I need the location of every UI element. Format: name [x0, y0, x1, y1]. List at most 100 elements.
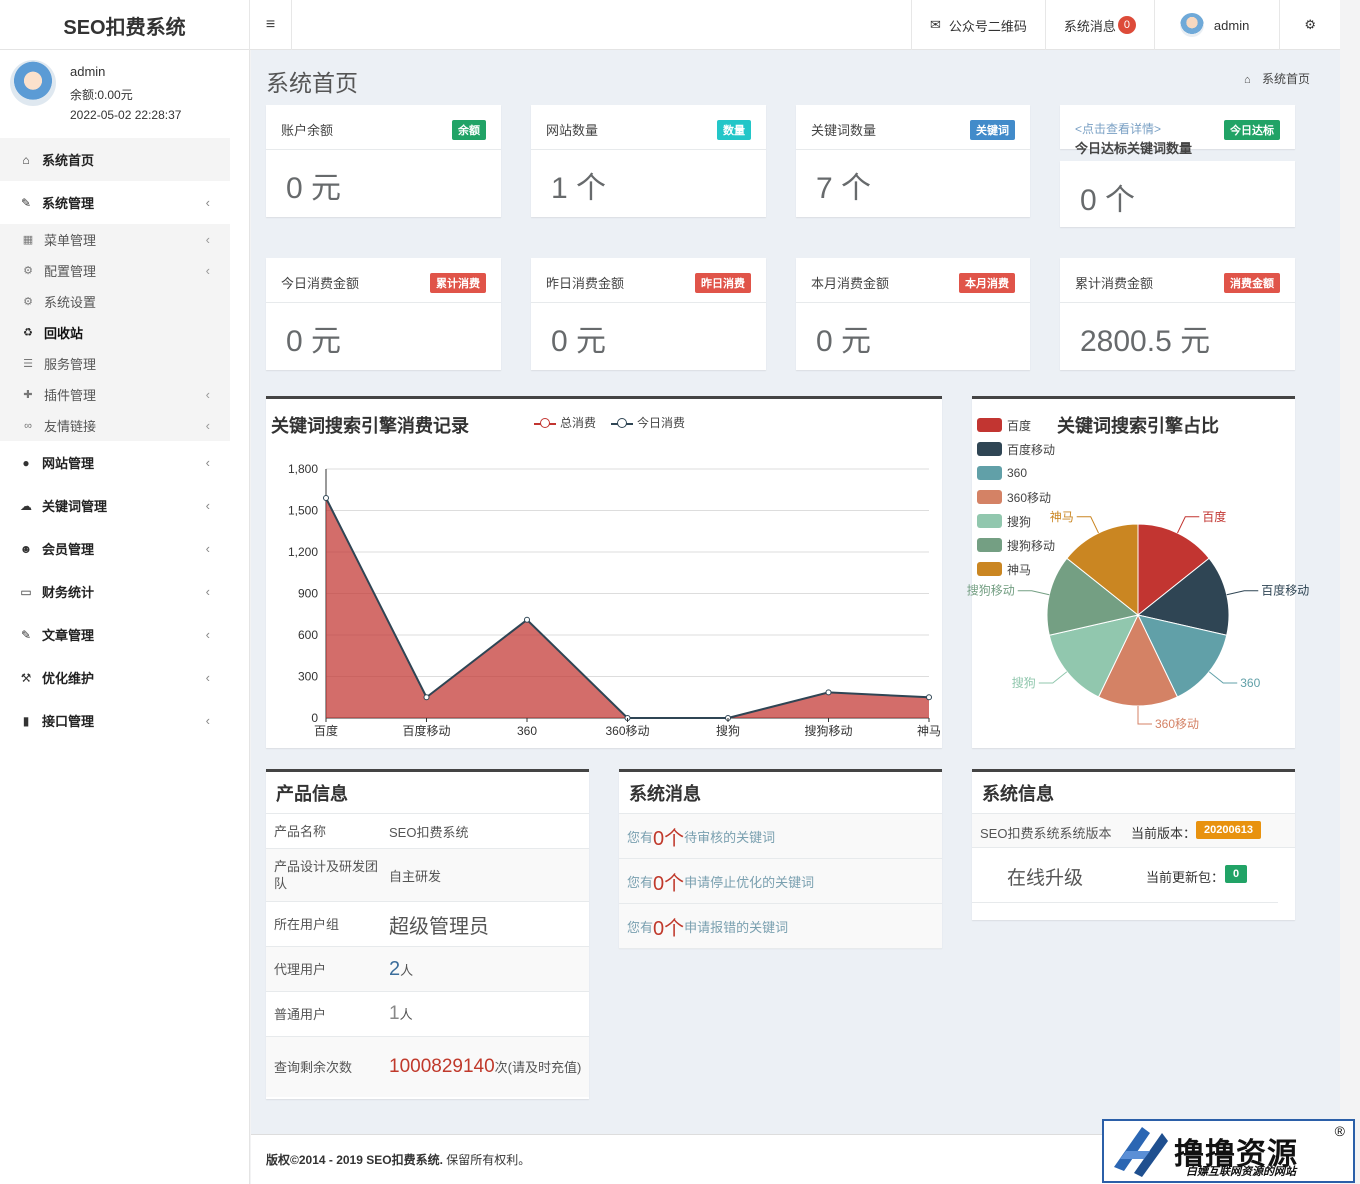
sidebar-item-plugins[interactable]: ✚ 插件管理 ‹: [0, 379, 230, 410]
chevron-left-icon: ‹: [205, 627, 210, 642]
sidebar-item-articles[interactable]: ✎ 文章管理 ‹: [0, 613, 230, 656]
data-point[interactable]: [926, 694, 932, 701]
sidebar-item-settings[interactable]: ⚙ 系统设置: [0, 286, 230, 317]
edit-icon: ✎: [20, 627, 32, 642]
panel-title: 系统信息: [972, 772, 1295, 814]
sidebar-toggle-button[interactable]: ≡: [250, 0, 292, 50]
home-icon: ⌂: [1243, 74, 1251, 86]
sidebar-item-label: 菜单管理: [44, 233, 97, 248]
sidebar-item-keywords[interactable]: ☁ 关键词管理 ‹: [0, 484, 230, 527]
row-key: 所在用户组: [274, 916, 340, 932]
message-prefix: 您有: [627, 829, 654, 845]
stat-card-keywords: 关键词数量 关键词 7 个: [796, 105, 1030, 217]
x-tick-label: 百度移动: [402, 723, 450, 738]
brand-logo[interactable]: SEO扣费系统: [0, 0, 250, 50]
data-point[interactable]: [323, 495, 329, 502]
settings-button[interactable]: ⚙: [1279, 0, 1340, 50]
row-value: 超级管理员: [389, 915, 489, 938]
message-row-pending[interactable]: 您有 0个 待审核的关键词: [619, 814, 942, 859]
sidebar-item-websites[interactable]: ● 网站管理 ‹: [0, 441, 230, 484]
pie-slice-label: 百度: [1202, 509, 1226, 524]
stat-card-today-head: <点击查看详情> 今日达标关键词数量 今日达标: [1060, 105, 1295, 156]
sidebar-item-label: 回收站: [44, 326, 84, 341]
pie-label-line: [1038, 671, 1068, 684]
stat-label: 昨日消费金额: [546, 276, 625, 291]
sidebar-item-label: 会员管理: [42, 542, 95, 557]
row-key: 产品设计及研发团队: [274, 859, 379, 891]
sidebar-menu: ⌂ 系统首页 ✎ 系统管理 ‹ ▦ 菜单管理 ‹ ⚙ 配置管理 ‹ ⚙ 系统设置: [0, 138, 230, 742]
stat-label: 今日达标关键词数量: [1075, 141, 1193, 156]
data-point[interactable]: [825, 689, 832, 696]
stat-label: 账户余额: [281, 123, 334, 138]
sidebar-item-home[interactable]: ⌂ 系统首页: [0, 138, 230, 181]
chevron-left-icon: ‹: [205, 232, 210, 247]
table-row: 产品名称 SEO扣费系统: [266, 814, 589, 849]
wechat-label: 公众号二维码: [948, 18, 1027, 34]
version-badge: 20200613: [1196, 821, 1261, 839]
sidebar-item-finance[interactable]: ▭ 财务统计 ‹: [0, 570, 230, 613]
sidebar-item-recycle[interactable]: ♻ 回收站: [0, 317, 230, 348]
area-chart-svg: 0 300 600 900 1,200 1,500 1,800 百度 百度移动 360 360移动 搜…: [288, 462, 941, 738]
x-tick-label: 360移动: [605, 724, 649, 738]
top-right-nav: ✉ 公众号二维码 系统消息 0 admin ⚙: [910, 0, 1340, 50]
stat-tag: 数量: [717, 120, 751, 140]
sidebar-item-config[interactable]: ⚙ 配置管理 ‹: [0, 255, 230, 286]
copyright-years: 版权©2014 - 2019: [266, 1153, 363, 1167]
view-details-link[interactable]: <点击查看详情>: [1075, 120, 1161, 137]
message-count: 0个: [653, 827, 685, 850]
version-row: SEO扣费系统系统版本 当前版本： 20200613: [972, 814, 1295, 848]
sidebar-item-api[interactable]: ▮ 接口管理 ‹: [0, 699, 230, 742]
stat-label: 关键词数量: [811, 123, 877, 138]
row-key: 普通用户: [274, 1006, 327, 1022]
stat-card-today-spend: 今日消费金额 累计消费 0 元: [266, 258, 501, 370]
y-tick-label: 300: [298, 670, 318, 684]
x-tick-label: 360: [517, 724, 537, 738]
messages-label: 系统消息: [1063, 18, 1116, 34]
stat-card-total-spend: 累计消费金额 消费金额 2800.5 元: [1060, 258, 1295, 370]
copyright-company[interactable]: SEO扣费系统.: [366, 1151, 443, 1168]
grid-icon: ▦: [22, 234, 34, 246]
message-row-error[interactable]: 您有 0个 申请报错的关键词: [619, 904, 942, 949]
pie-label-line: [1226, 590, 1259, 596]
system-name: SEO扣费系统系统版本: [980, 826, 1112, 841]
message-row-stop[interactable]: 您有 0个 申请停止优化的关键词: [619, 859, 942, 904]
sidebar-item-links[interactable]: ∞ 友情链接 ‹: [0, 410, 230, 441]
package-badge: 0: [1225, 865, 1248, 883]
row-unit: 次(请及时充值): [494, 1059, 582, 1075]
system-info-panel: 系统信息 SEO扣费系统系统版本 当前版本： 20200613 在线升级 当前更…: [972, 769, 1295, 920]
sidebar-item-maintenance[interactable]: ⚒ 优化维护 ‹: [0, 656, 230, 699]
recycle-icon: ♻: [23, 327, 33, 339]
sidebar-item-system[interactable]: ✎ 系统管理 ‹: [0, 181, 230, 224]
pie-label-line: [1208, 671, 1238, 684]
x-tick-label: 搜狗: [716, 723, 740, 738]
message-text: 申请报错的关键词: [684, 919, 789, 935]
row-number: 2: [389, 957, 401, 980]
stat-label: 今日消费金额: [281, 276, 360, 291]
stat-value: 0 元: [286, 172, 342, 205]
watermark-emblem-icon: [1104, 1121, 1174, 1181]
sidebar-item-label: 关键词管理: [42, 499, 108, 514]
message-prefix: 您有: [627, 919, 654, 935]
user-menu[interactable]: admin: [1153, 0, 1279, 50]
sidebar-item-menus[interactable]: ▦ 菜单管理 ‹: [0, 224, 230, 255]
breadcrumb-home-link[interactable]: 系统首页: [1262, 72, 1310, 86]
sidebar-item-label: 插件管理: [44, 388, 97, 403]
sidebar-item-members[interactable]: ☻ 会员管理 ‹: [0, 527, 230, 570]
sidebar-item-label: 网站管理: [42, 456, 95, 471]
system-messages-panel: 系统消息 您有 0个 待审核的关键词 您有 0个 申请停止优化的关键词 您有 0个 申请报错…: [619, 769, 942, 949]
stat-value: 7 个: [816, 172, 872, 205]
stat-card-today-body: 0 个: [1060, 161, 1295, 227]
sidebar-user-balance: 余额:0.00元: [70, 88, 133, 102]
system-messages-link[interactable]: 系统消息 0: [1044, 0, 1154, 50]
wechat-qrcode-link[interactable]: ✉ 公众号二维码: [910, 0, 1045, 50]
online-upgrade-link[interactable]: 在线升级: [1007, 863, 1083, 890]
table-row: 普通用户 1人: [266, 992, 589, 1037]
chevron-left-icon: ‹: [205, 387, 210, 402]
data-point[interactable]: [423, 694, 430, 701]
data-point[interactable]: [524, 616, 530, 623]
row-unit: 人: [399, 1007, 413, 1022]
cloud-icon: ☁: [20, 498, 32, 513]
product-info-panel: 产品信息 产品名称 SEO扣费系统 产品设计及研发团队 自主研发 所在用户组 超…: [266, 769, 589, 1099]
sidebar-item-label: 服务管理: [44, 357, 97, 372]
sidebar-item-services[interactable]: ☰ 服务管理: [0, 348, 230, 379]
